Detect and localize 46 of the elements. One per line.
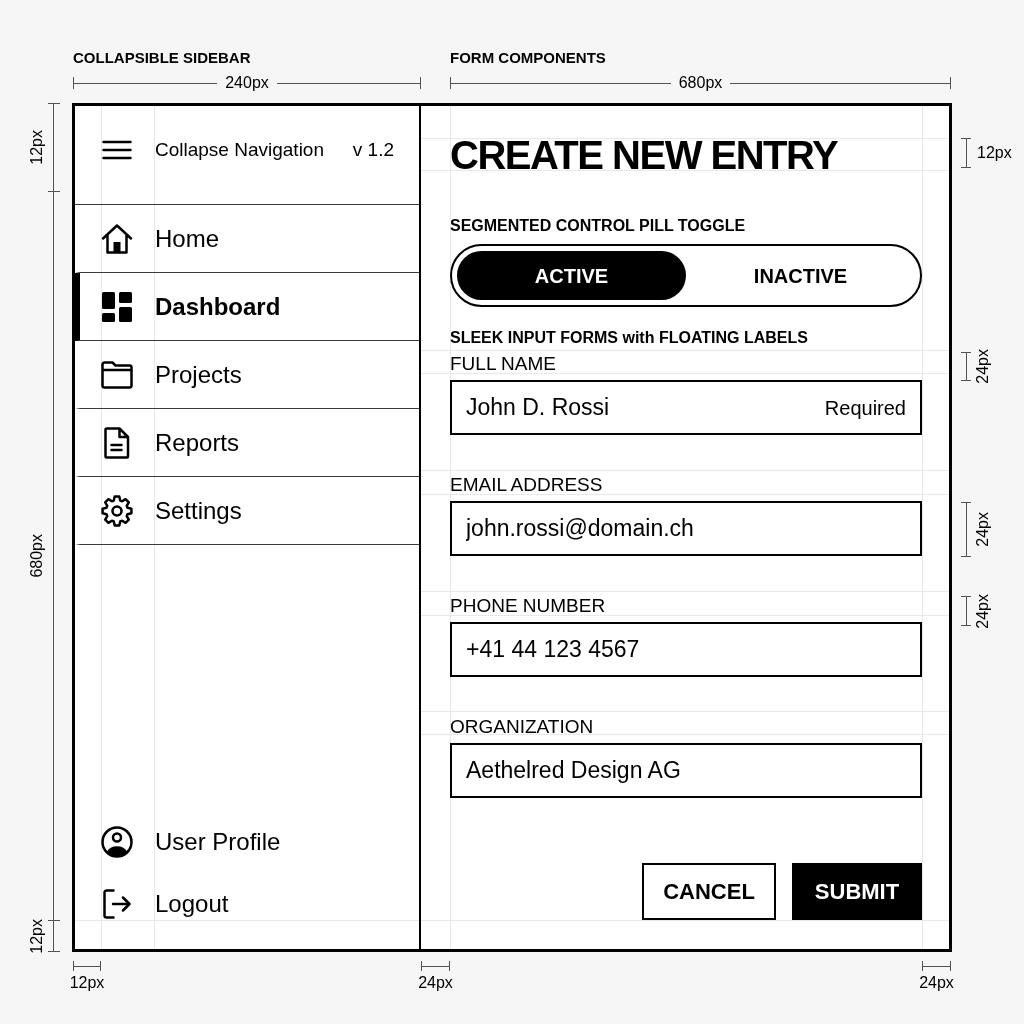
nav-item[interactable]: Home: [75, 205, 419, 273]
sidebar-link[interactable]: User Profile: [75, 818, 419, 866]
dimension-label: 12px: [977, 144, 1012, 162]
sidebar-link[interactable]: Logout: [75, 880, 419, 928]
field-label: FULL NAME: [450, 353, 556, 375]
section-heading: SLEEK INPUT FORMS with FLOATING LABELS: [450, 328, 808, 348]
required-hint: Required: [824, 395, 906, 420]
nav-item[interactable]: Settings: [75, 477, 419, 545]
nav-item[interactable]: Projects: [75, 341, 419, 409]
segment-option[interactable]: INACTIVE: [686, 251, 915, 300]
segment-option[interactable]: ACTIVE: [457, 251, 686, 300]
nav-item[interactable]: Reports: [75, 409, 419, 477]
gear-icon: [101, 494, 133, 527]
dimension-label: 24px: [418, 975, 453, 991]
section-title: COLLAPSIBLE SIDEBAR: [73, 49, 252, 67]
menu-icon: [102, 140, 132, 160]
text-field[interactable]: john.rossi@domain.ch: [450, 501, 922, 556]
section-heading: SEGMENTED CONTROL PILL TOGGLE: [450, 216, 746, 236]
cancel-button[interactable]: CANCEL: [642, 863, 776, 920]
dimension-label: 680px: [677, 75, 724, 91]
tiles-icon: [102, 291, 132, 322]
text-field[interactable]: +41 44 123 4567: [450, 622, 922, 677]
field-label: ORGANIZATION: [450, 716, 594, 738]
folder-icon: [101, 360, 133, 389]
nav-item[interactable]: Dashboard: [75, 273, 419, 341]
home-icon: [101, 222, 133, 255]
version-label: v 1.2: [352, 139, 394, 161]
submit-button[interactable]: SUBMIT: [792, 863, 922, 920]
field-label: PHONE NUMBER: [450, 595, 606, 617]
dimension-label: 12px: [28, 129, 46, 165]
dimension-label: 24px: [974, 512, 992, 547]
document-icon: [104, 426, 130, 459]
dimension-label: 24px: [919, 975, 954, 991]
collapse-navigation-button[interactable]: Collapse Navigation: [102, 139, 324, 161]
logout-icon: [103, 889, 131, 919]
dimension-label: 680px: [28, 533, 46, 578]
dimension-label: 240px: [224, 75, 270, 91]
form-title: CREATE NEW ENTRY: [450, 135, 838, 175]
dimension-label: 24px: [974, 593, 992, 629]
user-circle-icon: [101, 826, 133, 858]
dimension-label: 12px: [69, 975, 105, 991]
dimension-label: 24px: [974, 349, 992, 384]
text-field[interactable]: Aethelred Design AG: [450, 743, 922, 798]
section-title: FORM COMPONENTS: [450, 49, 607, 67]
dimension-label: 12px: [28, 918, 46, 954]
field-label: EMAIL ADDRESS: [450, 474, 603, 496]
